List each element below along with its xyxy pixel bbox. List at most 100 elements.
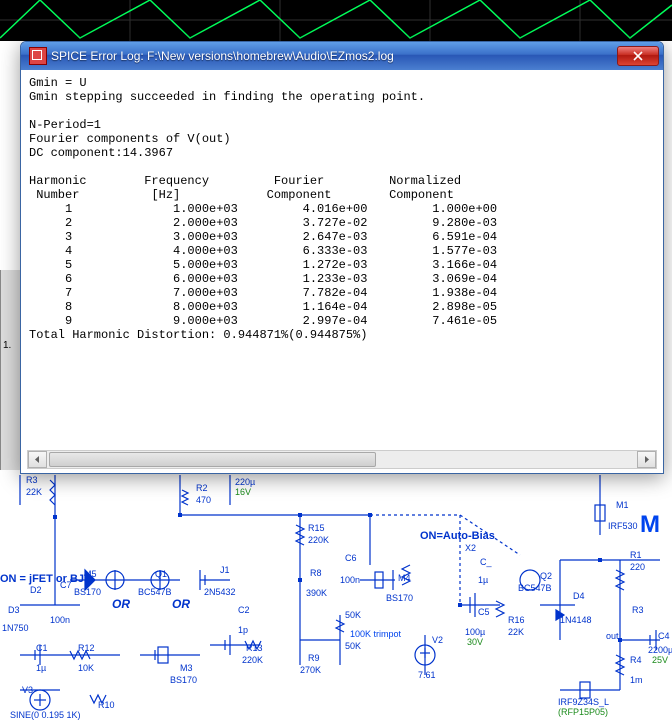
schem-r13: R13 [246, 643, 263, 653]
log-thd: Total Harmonic Distortion: 0.944871%(0.9… [29, 328, 367, 342]
close-icon [633, 51, 643, 61]
schem-v2: V2 [432, 635, 443, 645]
schem-220u: 220µ [235, 477, 255, 487]
schem-rfp: (RFP15P05) [558, 707, 608, 717]
schem-d3: D3 [8, 605, 20, 615]
schem-r16: R16 [508, 615, 525, 625]
oscilloscope-background [0, 0, 672, 41]
table-body: 1 1.000e+03 4.016e+00 1.000e+00 2 2.000e… [29, 202, 497, 328]
horizontal-scrollbar[interactable] [27, 450, 657, 469]
app-icon [29, 47, 47, 65]
titlebar[interactable]: SPICE Error Log: F:\New versions\homebre… [21, 42, 663, 70]
schem-r15: R15 [308, 523, 325, 533]
schem-r1: R1 [630, 550, 642, 560]
schem-c7v: 100n [50, 615, 70, 625]
schem-irfz: IRF9Z34S_L [558, 697, 609, 707]
log-dc: DC component:14.3967 [29, 146, 173, 160]
schem-r4: R4 [630, 655, 642, 665]
schem-m3p: BS170 [170, 675, 197, 685]
schem-q1p: BC547B [138, 587, 172, 597]
schem-c2v: 1p [238, 625, 248, 635]
log-fourier-of: Fourier components of V(out) [29, 132, 231, 146]
tu-comp: Component [267, 188, 332, 202]
schem-cv: 1µ [478, 575, 488, 585]
schem-r10: R10 [98, 700, 115, 710]
tu-number: Number [29, 188, 79, 202]
log-content[interactable]: Gmin = U Gmin stepping succeeded in find… [21, 70, 663, 450]
schem-d4: D4 [573, 591, 585, 601]
schematic-canvas[interactable]: R3 22K R2 470 220µ 16V R15 220K M1 IRF53… [0, 475, 672, 720]
schem-c7: C7 [60, 580, 72, 590]
scroll-right-button[interactable] [637, 451, 656, 468]
schem-c6v: 100n [340, 575, 360, 585]
schem-m5: M5 [84, 569, 97, 579]
schem-or2: OR [172, 597, 190, 611]
schem-onjfet: ON = jFET or BJT [0, 573, 91, 585]
schem-r9: R9 [308, 653, 320, 663]
th-norm: Normalized [389, 174, 461, 188]
schem-50k2: 50K [345, 641, 361, 651]
spice-log-window: SPICE Error Log: F:\New versions\homebre… [20, 41, 664, 474]
schem-c6: C6 [345, 553, 357, 563]
schem-m1: M1 [616, 500, 629, 510]
schem-autobias: ON=Auto-Bias [420, 530, 495, 542]
schem-c4: C4 [658, 631, 670, 641]
schem-c5: C5 [478, 607, 490, 617]
schem-r2v: 470 [196, 495, 211, 505]
log-nperiod: N-Period=1 [29, 118, 101, 132]
schem-d2: D2 [30, 585, 42, 595]
log-gmin-step: Gmin stepping succeeded in finding the o… [29, 90, 425, 104]
schem-q2: Q2 [540, 571, 552, 581]
schem-d3p: 1N750 [2, 623, 29, 633]
schem-j1: J1 [220, 565, 230, 575]
tu-comp2: Component [389, 188, 454, 202]
schem-or1: OR [112, 597, 130, 611]
th-fourier: Fourier [274, 174, 324, 188]
schem-m5p: BS170 [74, 587, 101, 597]
schem-c1: C1 [36, 643, 48, 653]
schem-sine: SINE(0 0.195 1K) [10, 710, 81, 720]
schem-r9v: 270K [300, 665, 321, 675]
th-harmonic: Harmonic [29, 174, 87, 188]
schem-r2: R2 [196, 483, 208, 493]
schem-v3: V3 [22, 685, 33, 695]
schem-m1p: IRF530 [608, 521, 638, 531]
schem-r8: R8 [310, 568, 322, 578]
schem-r13v: 220K [242, 655, 263, 665]
schem-j1p: 2N5432 [204, 587, 236, 597]
th-freq: Frequency [144, 174, 209, 188]
schem-c: C_ [480, 557, 492, 567]
scroll-track[interactable] [47, 451, 637, 468]
chevron-right-icon [643, 456, 650, 463]
schem-c5v2: 30V [467, 637, 483, 647]
scope-tick: 1. [3, 340, 11, 351]
tu-hz: [Hz] [151, 188, 180, 202]
schem-c5v: 100µ [465, 627, 485, 637]
schem-title: M [640, 511, 660, 539]
schem-c4v: 2200µ [648, 645, 672, 655]
schem-c4v2: 25V [652, 655, 668, 665]
schem-v2v: 7.61 [418, 670, 436, 680]
schem-50k1: 50K [345, 610, 361, 620]
close-button[interactable] [617, 46, 659, 66]
schem-q1: Q1 [155, 569, 167, 579]
schem-r33: R3 [632, 605, 644, 615]
schem-out: out [606, 631, 619, 641]
schem-r12: R12 [78, 643, 95, 653]
log-gmin: Gmin = U [29, 76, 87, 90]
schem-r3v: 22K [26, 487, 42, 497]
schem-q2p: BC547B [518, 583, 552, 593]
schem-m4: M4 [398, 573, 411, 583]
schem-x2: X2 [465, 543, 476, 553]
schem-r3: R3 [26, 475, 38, 485]
schem-r8v: 390K [306, 588, 327, 598]
schem-r15v: 220K [308, 535, 329, 545]
chevron-left-icon [34, 456, 41, 463]
schem-m3: M3 [180, 663, 193, 673]
scroll-thumb[interactable] [49, 452, 376, 467]
scroll-left-button[interactable] [28, 451, 47, 468]
window-title: SPICE Error Log: F:\New versions\homebre… [51, 49, 617, 63]
schem-220uv: 16V [235, 487, 251, 497]
schem-c1v: 1µ [36, 663, 46, 673]
schem-r12v: 10K [78, 663, 94, 673]
